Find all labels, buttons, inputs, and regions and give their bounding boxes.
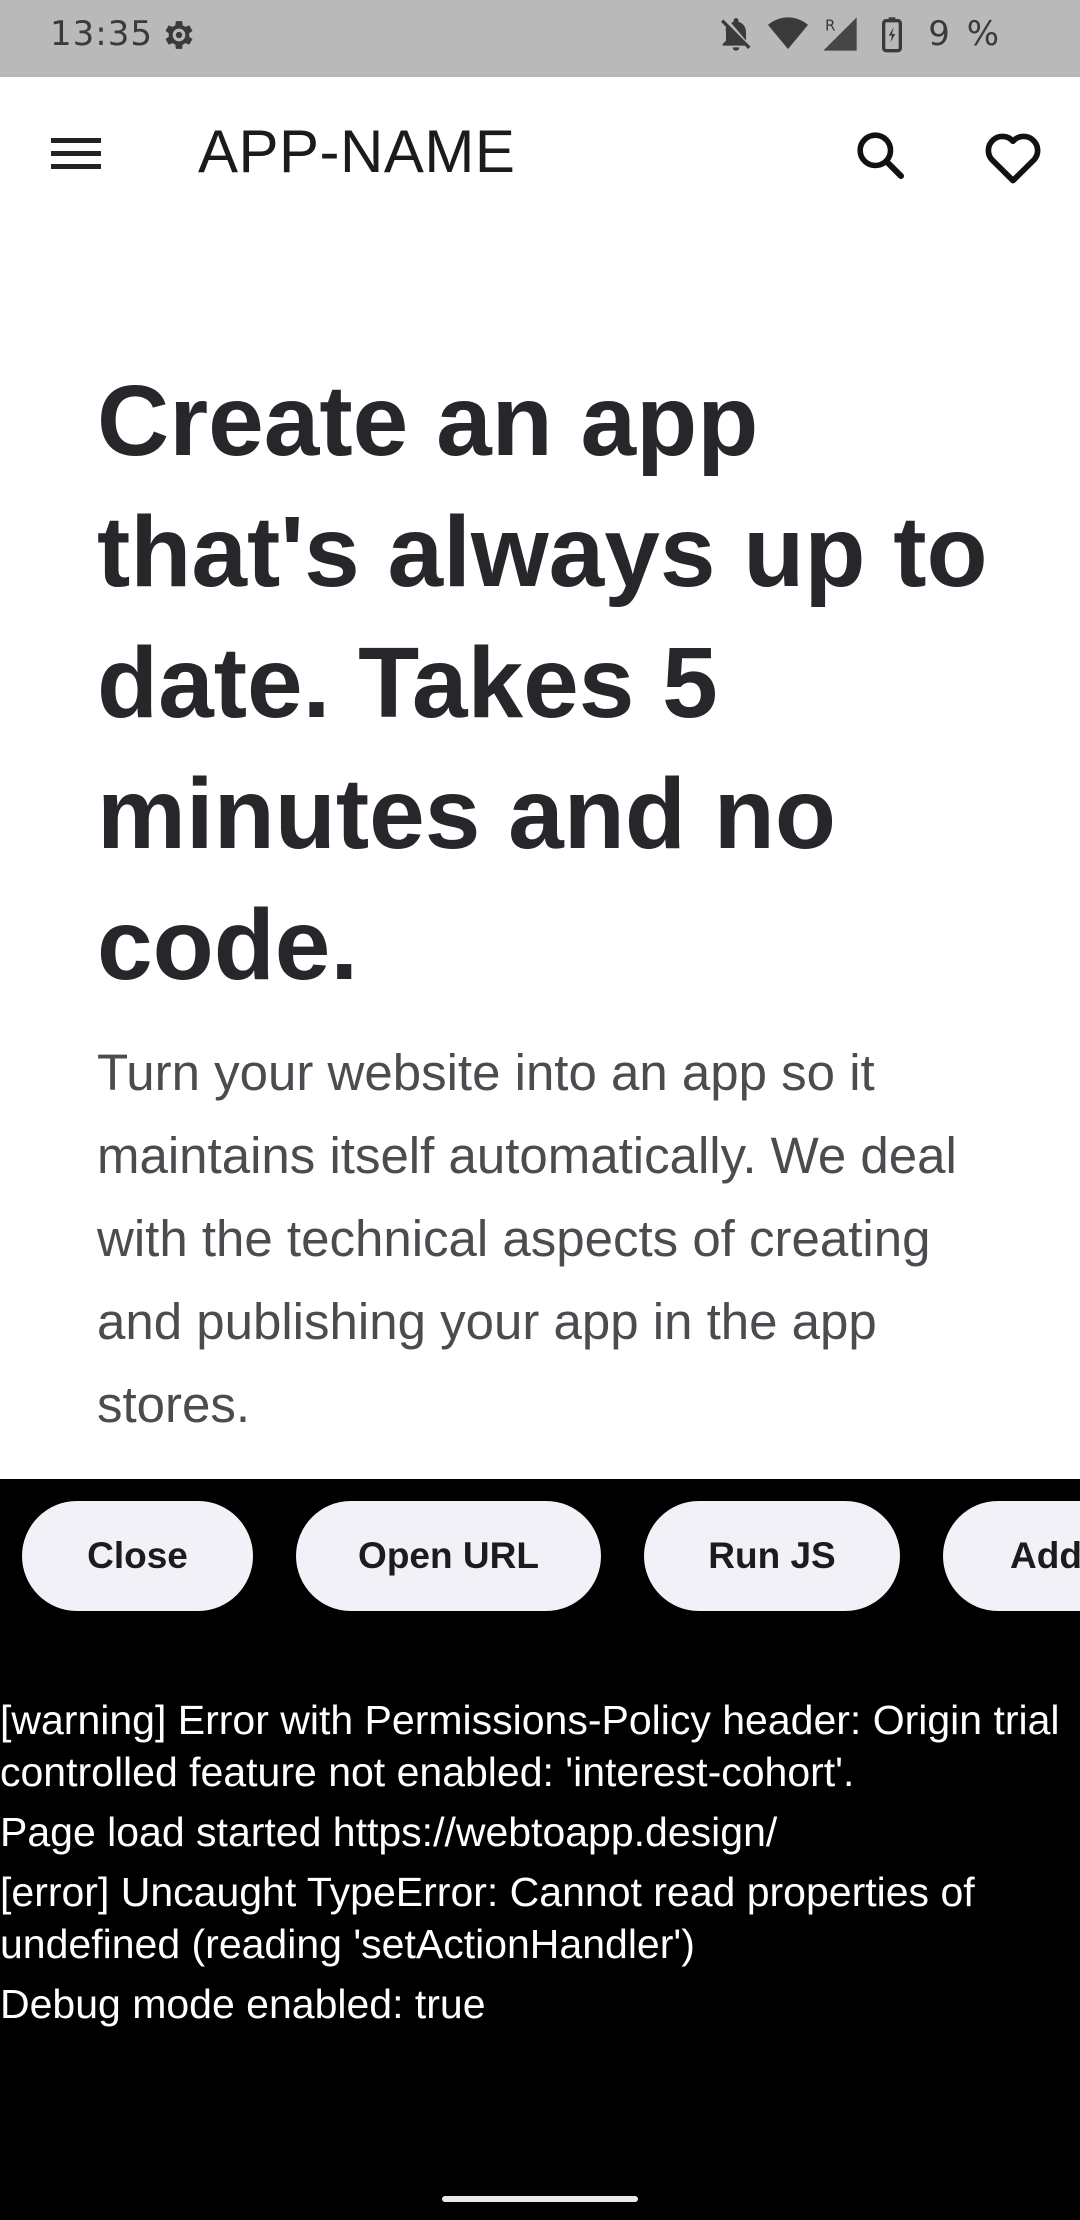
hero-headline: Create an app that's always up to date. … xyxy=(97,365,988,1001)
debug-log: [warning] Error with Permissions-Policy … xyxy=(0,1694,1080,2038)
app-bar: APP-NAME xyxy=(0,77,1080,231)
search-icon[interactable] xyxy=(852,127,908,183)
run-js-button[interactable]: Run JS xyxy=(644,1501,900,1611)
notifications-muted-icon xyxy=(721,18,751,51)
home-indicator[interactable] xyxy=(442,2196,638,2202)
log-line: Page load started https://webtoapp.desig… xyxy=(0,1809,778,1855)
status-time: 13:35 xyxy=(50,14,153,54)
open-url-button[interactable]: Open URL xyxy=(296,1501,601,1611)
log-line: Debug mode enabled: true xyxy=(0,1981,486,2027)
status-bar: 13:35 R 9 % xyxy=(0,0,1080,77)
heart-icon[interactable] xyxy=(982,127,1044,185)
battery-charging-icon xyxy=(882,17,903,53)
svg-text:R: R xyxy=(825,17,835,35)
status-icons: R 9 % xyxy=(716,14,1002,54)
settings-gear-icon xyxy=(165,21,193,49)
battery-percent: 9 % xyxy=(928,14,1002,54)
wifi-icon xyxy=(768,17,809,49)
log-line: [error] Uncaught TypeError: Cannot read … xyxy=(0,1869,975,1967)
log-line: [warning] Error with Permissions-Policy … xyxy=(0,1697,1060,1795)
menu-icon[interactable] xyxy=(46,129,106,179)
close-button[interactable]: Close xyxy=(22,1501,253,1611)
debug-panel: Close Open URL Run JS Add [warning] Erro… xyxy=(0,1479,1080,2220)
debug-button-row: Close Open URL Run JS Add xyxy=(0,1490,1080,1611)
hero-subtitle: Turn your website into an app so it main… xyxy=(97,1044,957,1433)
signal-roaming-icon: R xyxy=(823,17,857,51)
web-content[interactable]: Create an app that's always up to date. … xyxy=(0,231,1080,1479)
add-button[interactable]: Add xyxy=(943,1501,1080,1611)
app-title: APP-NAME xyxy=(198,118,516,185)
